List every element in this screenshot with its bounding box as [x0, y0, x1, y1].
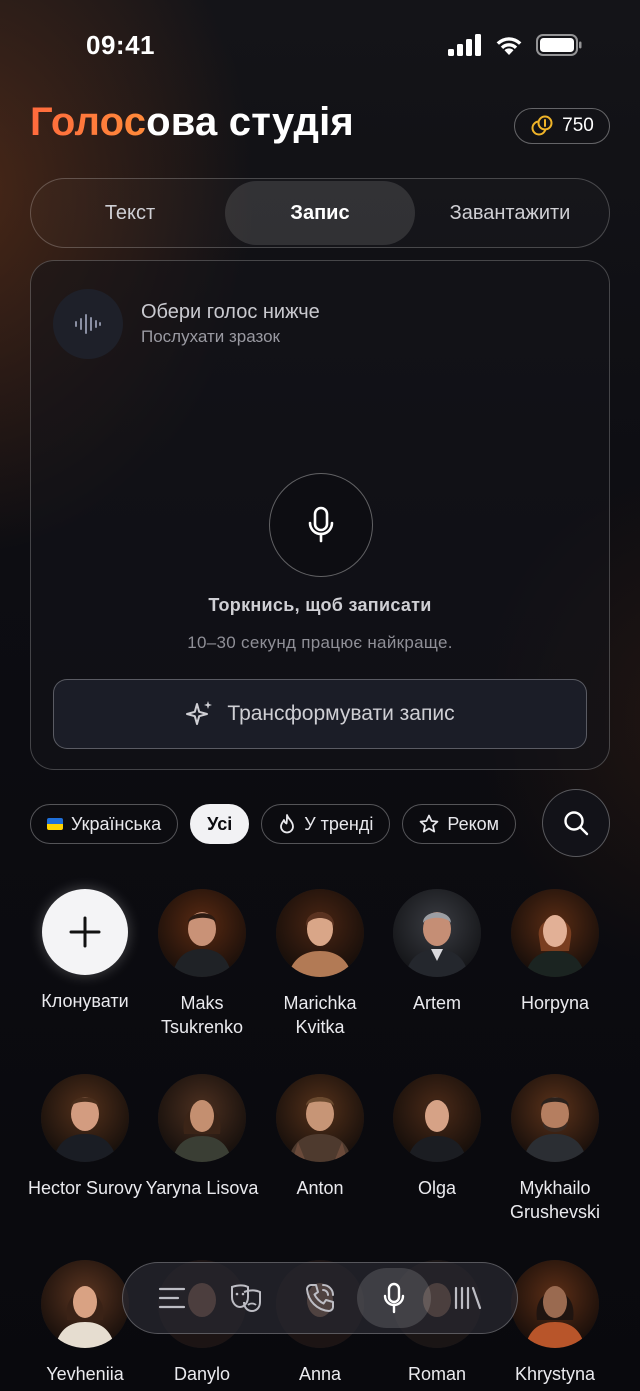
voice-tile[interactable]: Hector Surovy: [26, 1074, 144, 1200]
theater-masks-icon: [231, 1284, 261, 1313]
phone-call-icon: [306, 1284, 334, 1312]
voice-name: Yaryna Lisova: [145, 1178, 259, 1198]
chip-recommended-label: Реком: [447, 813, 500, 834]
flame-icon: [280, 814, 295, 834]
nav-characters[interactable]: [209, 1268, 283, 1328]
voice-name: Yevheniia: [46, 1364, 124, 1384]
page-title-rest: ова студія: [146, 100, 354, 144]
voice-tile[interactable]: Khrystyna: [496, 1260, 614, 1386]
status-bar: 09:41: [0, 0, 640, 96]
plus-icon: [69, 916, 101, 948]
avatar: [276, 889, 364, 977]
voice-name: Anton: [296, 1178, 344, 1198]
recorder-card: Обери голос нижче Послухати зразок Торкн…: [30, 260, 610, 770]
voice-name: Olga: [417, 1178, 457, 1198]
recording-hint: 10–30 секунд працює найкраще.: [187, 633, 453, 652]
microphone-icon: [383, 1282, 405, 1314]
voice-name: Roman: [407, 1364, 467, 1384]
voice-tile[interactable]: Artem: [378, 889, 496, 1015]
waveform-icon: [75, 314, 101, 334]
voice-name: Maks Tsukrenko: [160, 993, 244, 1037]
voice-name: Hector Surovy: [27, 1178, 143, 1198]
tab-text[interactable]: Текст: [35, 181, 225, 245]
voice-tile[interactable]: Anton: [261, 1074, 379, 1200]
avatar: [393, 889, 481, 977]
avatar: [158, 889, 246, 977]
coins-icon: [531, 115, 553, 136]
tab-upload[interactable]: Завантажити: [415, 181, 605, 245]
credits-badge[interactable]: 750: [514, 108, 610, 144]
filter-chips: Українська Усі У тренді Реком: [30, 804, 550, 846]
nav-text[interactable]: [135, 1268, 209, 1328]
voice-name: Клонувати: [41, 991, 129, 1011]
search-button[interactable]: [542, 789, 610, 857]
voice-name: Mykhailo Grushevski: [509, 1178, 601, 1222]
voice-tile[interactable]: Yaryna Lisova: [143, 1074, 261, 1200]
menu-lines-icon: [158, 1287, 186, 1309]
chip-trending[interactable]: У тренді: [261, 804, 391, 844]
avatar: [41, 1074, 129, 1162]
wifi-icon: [496, 37, 522, 55]
tab-record[interactable]: Запис: [225, 181, 415, 245]
ukraine-flag-icon: [47, 818, 63, 830]
avatar: [393, 1074, 481, 1162]
transform-button-label: Трансформувати запис: [227, 702, 455, 725]
avatar: [511, 889, 599, 977]
voice-tile[interactable]: Mykhailo Grushevski: [496, 1074, 614, 1224]
clone-voice-tile[interactable]: Клонувати: [26, 889, 144, 1013]
avatar: [276, 1074, 364, 1162]
voice-name: Anna: [298, 1364, 342, 1384]
nav-library[interactable]: [431, 1268, 505, 1328]
record-button[interactable]: [269, 473, 373, 577]
mode-tabs: Текст Запис Завантажити: [30, 178, 610, 248]
voice-tile[interactable]: Horpyna: [496, 889, 614, 1015]
selected-voice-title: Обери голос нижче: [141, 301, 320, 323]
voice-name: Artem: [412, 993, 461, 1013]
bottom-nav: [122, 1262, 518, 1334]
avatar: [41, 1260, 129, 1348]
clone-voice-button[interactable]: [42, 889, 128, 975]
avatar: [511, 1074, 599, 1162]
microphone-icon: [308, 506, 334, 543]
tap-to-record-label: Торкнись, щоб записати: [208, 595, 432, 615]
transform-recording-button[interactable]: Трансформувати запис: [53, 679, 587, 749]
listen-sample-link[interactable]: Послухати зразок: [141, 327, 280, 347]
voice-name: Khrystyna: [514, 1364, 596, 1384]
voice-name: Horpyna: [520, 993, 590, 1013]
search-icon: [564, 811, 589, 836]
avatar: [158, 1074, 246, 1162]
library-icon: [454, 1286, 482, 1310]
cellular-signal-icon: [448, 34, 481, 56]
voice-name: Marichka Kvitka: [283, 993, 357, 1037]
chip-all[interactable]: Усі: [190, 804, 250, 844]
avatar: [511, 1260, 599, 1348]
voice-tile[interactable]: Olga: [378, 1074, 496, 1200]
chip-recommended[interactable]: Реком: [402, 804, 517, 844]
sparkles-icon: [186, 701, 213, 725]
chip-trending-label: У тренді: [304, 813, 374, 834]
voice-tile[interactable]: Maks Tsukrenko: [143, 889, 261, 1039]
chip-ukrainian[interactable]: Українська: [30, 804, 179, 844]
credits-count: 750: [562, 115, 594, 136]
selected-voice-avatar[interactable]: [53, 289, 123, 359]
page-title-accent: Голос: [30, 100, 147, 144]
status-icons: [448, 34, 582, 56]
star-icon: [420, 814, 439, 833]
page-title: Голосова студія: [30, 100, 354, 145]
chip-all-label: Усі: [207, 813, 233, 834]
voice-tile[interactable]: Marichka Kvitka: [261, 889, 379, 1039]
nav-record[interactable]: [357, 1268, 431, 1328]
nav-calls[interactable]: [283, 1268, 357, 1328]
battery-icon: [536, 34, 582, 56]
voice-name: Danylo: [173, 1364, 231, 1384]
chip-ukrainian-label: Українська: [71, 813, 162, 834]
status-time: 09:41: [86, 30, 155, 60]
